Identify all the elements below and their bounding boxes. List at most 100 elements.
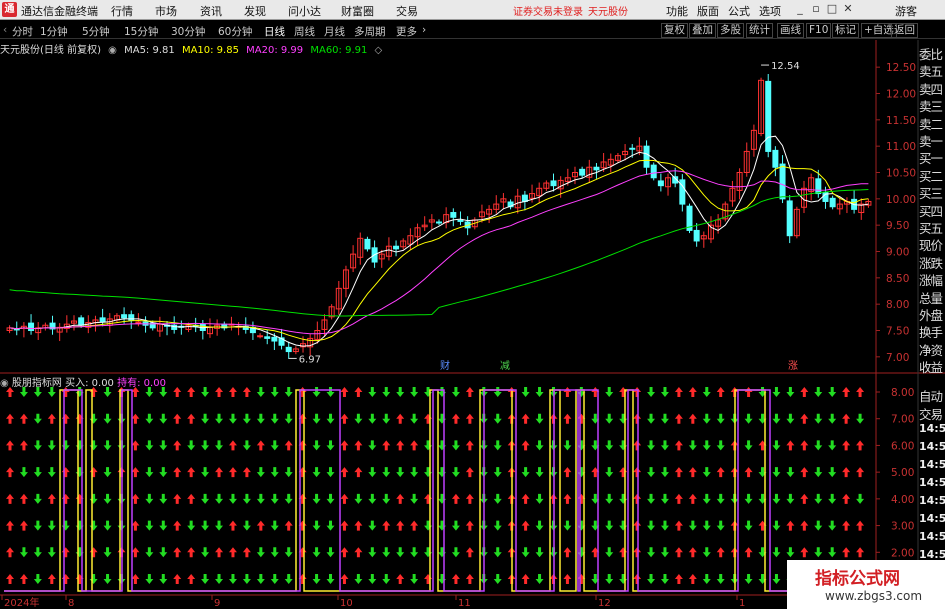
ind-down-arrow	[744, 520, 753, 531]
menu-faxian[interactable]: 发现	[244, 3, 266, 19]
ind-down-arrow	[145, 520, 154, 531]
candle-body	[693, 229, 700, 242]
ind-up-arrow	[856, 520, 865, 531]
ind-down-arrow	[368, 520, 377, 531]
ind-down-arrow	[647, 440, 656, 451]
price-axis-label: 8.00	[886, 299, 909, 311]
menu-banmian[interactable]: 版面	[697, 3, 719, 19]
tool-fuquan[interactable]: 复权	[661, 23, 688, 38]
menu-gongneng[interactable]: 功能	[666, 3, 688, 19]
period-daily[interactable]: 日线	[264, 24, 285, 39]
tool-duogu[interactable]: 多股	[717, 23, 744, 38]
ind-up-arrow	[284, 440, 293, 451]
tool-back[interactable]: 返回	[891, 23, 918, 38]
quote-panel-label: 买三	[919, 186, 943, 202]
ind-up-arrow	[842, 467, 851, 478]
ind-up-arrow	[619, 467, 628, 478]
ind-up-arrow	[340, 467, 349, 478]
ind-down-arrow	[619, 413, 628, 424]
period-60min[interactable]: 60分钟	[218, 24, 252, 39]
candle-body	[829, 197, 836, 208]
quote-panel-label: 涨跌	[919, 255, 943, 271]
tool-huaxian[interactable]: 画线	[777, 23, 804, 38]
menu-wenxiaoda[interactable]: 问小达	[288, 3, 321, 19]
restore-icon[interactable]: ▫	[809, 2, 823, 16]
ind-down-arrow	[786, 493, 795, 504]
menu-xuanxiang[interactable]: 选项	[759, 3, 781, 19]
ind-up-arrow	[256, 440, 265, 451]
ind-down-arrow	[145, 547, 154, 558]
ind-up-arrow	[451, 413, 460, 424]
ind-down-arrow	[660, 547, 669, 558]
ind-down-arrow	[368, 574, 377, 584]
period-more[interactable]: 更多	[396, 24, 417, 39]
minimize-icon[interactable]: _	[793, 2, 807, 16]
menu-gongshi[interactable]: 公式	[728, 3, 750, 19]
period-30min[interactable]: 30分钟	[171, 24, 205, 39]
tool-tongji[interactable]: 统计	[746, 23, 773, 38]
menu-hangqing[interactable]: 行情	[111, 3, 133, 19]
watermark-logo: 指标公式网 www.zbgs3.com	[787, 560, 945, 609]
ind-up-arrow	[716, 387, 725, 397]
period-multi[interactable]: 多周期	[354, 24, 386, 39]
ind-down-arrow	[451, 440, 460, 451]
menu-jiaoyi[interactable]: 交易	[396, 3, 418, 19]
period-fenshi[interactable]: 分时	[12, 24, 33, 39]
ind-up-arrow	[633, 520, 642, 531]
quote-panel-label: 总量	[919, 290, 943, 306]
legend-more-icon[interactable]: ◇	[375, 45, 383, 56]
period-monthly[interactable]: 月线	[324, 24, 345, 39]
period-1min[interactable]: 1分钟	[40, 24, 68, 39]
ind-down-arrow	[605, 440, 614, 451]
ind-down-arrow	[647, 467, 656, 478]
ind-up-arrow	[228, 440, 237, 451]
ind-down-arrow	[772, 547, 781, 558]
ind-down-arrow	[702, 574, 711, 584]
price-axis-label: 9.00	[886, 247, 909, 259]
ind-down-arrow	[284, 493, 293, 504]
period-weekly[interactable]: 周线	[294, 24, 315, 39]
ind-down-arrow	[145, 467, 154, 478]
tool-diejia[interactable]: 叠加	[689, 23, 716, 38]
ind-up-arrow	[173, 467, 182, 478]
maximize-icon[interactable]: □	[825, 2, 839, 16]
ind-down-arrow	[215, 413, 224, 424]
kline-chart[interactable]: 12.5012.0011.5011.0010.5010.009.509.008.…	[0, 40, 945, 609]
ind-down-arrow	[326, 520, 335, 531]
ind-down-arrow	[438, 413, 446, 424]
ind-up-arrow	[424, 574, 433, 584]
trade-login-warning[interactable]: 证券交易未登录	[513, 3, 583, 18]
ind-down-arrow	[201, 387, 210, 397]
ind-up-arrow	[521, 520, 530, 531]
legend-collapse-icon[interactable]: ◉	[108, 45, 117, 56]
indicator-hold: 持有: 0.00	[117, 378, 166, 389]
indicator-name[interactable]: 股朋指标网	[12, 378, 62, 389]
ind-down-arrow	[521, 387, 530, 397]
quote-panel-label: 收益	[919, 360, 943, 376]
ind-up-arrow	[242, 387, 251, 397]
ind-up-arrow	[465, 413, 474, 424]
ind-up-arrow	[674, 520, 683, 531]
ind-down-arrow	[103, 493, 112, 504]
tool-biaoji[interactable]: 标记	[832, 23, 859, 38]
period-5min[interactable]: 5分钟	[82, 24, 110, 39]
price-axis-label: 7.50	[886, 326, 909, 338]
ind-up-arrow	[465, 547, 474, 558]
quote-panel-label: 卖四	[919, 81, 943, 97]
quote-panel-label: 卖三	[919, 99, 943, 115]
close-icon[interactable]: ✕	[841, 2, 855, 16]
tool-f10[interactable]: F10	[806, 23, 832, 38]
menu-caifuquan[interactable]: 财富圈	[341, 3, 374, 19]
menu-zixun[interactable]: 资讯	[200, 3, 222, 19]
menu-shichang[interactable]: 市场	[155, 3, 177, 19]
ind-down-arrow	[493, 387, 502, 397]
indicator-collapse-icon[interactable]: ◉	[0, 378, 9, 389]
period-15min[interactable]: 15分钟	[124, 24, 158, 39]
trade-log-label: 14:5	[919, 422, 945, 435]
user-guest[interactable]: 游客	[895, 3, 917, 19]
ind-up-arrow	[465, 493, 474, 504]
ind-down-arrow	[312, 413, 321, 424]
chevron-left-icon[interactable]: ‹	[3, 24, 7, 36]
ind-down-arrow	[410, 387, 419, 397]
ind-up-arrow	[215, 387, 224, 397]
